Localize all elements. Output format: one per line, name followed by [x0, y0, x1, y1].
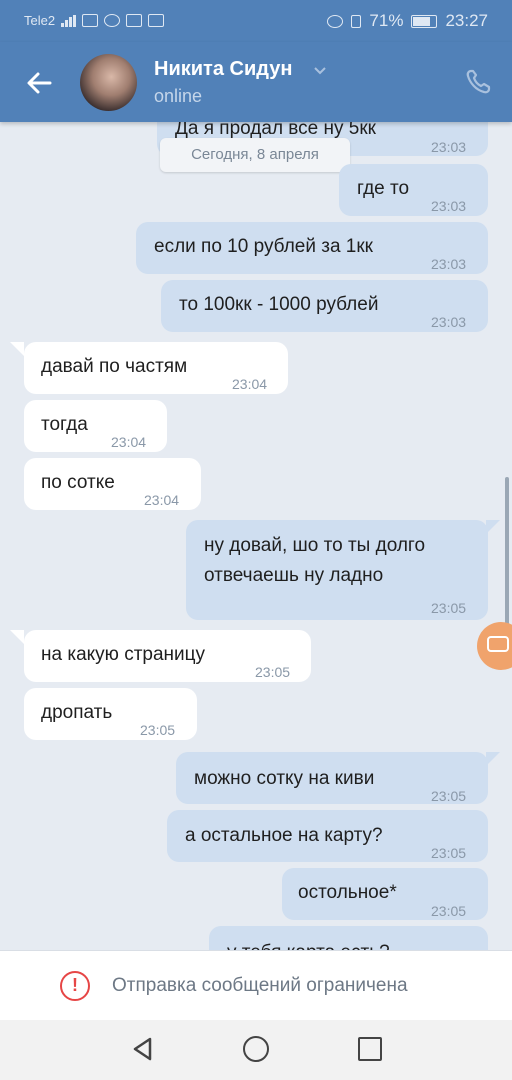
- message-time: 23:05: [255, 664, 291, 680]
- message-text: по сотке: [41, 472, 115, 493]
- avatar[interactable]: [80, 54, 137, 111]
- message-text: у тебя карта есть?: [227, 938, 390, 950]
- message-text: а остальное на карту?: [185, 825, 383, 846]
- message-text: если по 10 рублей за 1кк: [154, 236, 373, 257]
- message-incoming[interactable]: дропать 23:05: [24, 688, 197, 740]
- message-text: давай по частям: [41, 356, 188, 377]
- phone-icon[interactable]: [464, 68, 492, 96]
- nfc-icon: [126, 14, 143, 27]
- message-time: 23:03: [431, 256, 467, 272]
- message-outgoing[interactable]: можно сотку на киви 23:05: [176, 752, 488, 804]
- message-incoming[interactable]: давай по частям 23:04: [24, 342, 288, 394]
- message-text: можно сотку на киви: [194, 768, 375, 789]
- date-separator: Сегодня, 8 апреля: [160, 138, 350, 172]
- message-time: 23:03: [431, 314, 467, 330]
- message-text-line-1: ну довай, шо то ты долго: [204, 535, 426, 556]
- status-time: 23:27: [445, 11, 488, 30]
- message-time: 23:04: [232, 376, 268, 392]
- message-outgoing[interactable]: где то 23:03: [339, 164, 488, 216]
- message-incoming[interactable]: на какую страницу 23:05: [24, 630, 311, 682]
- bubble-tail: [10, 342, 24, 356]
- nav-back-icon[interactable]: [130, 1036, 156, 1062]
- restriction-text: Отправка сообщений ограничена: [112, 975, 408, 996]
- message-incoming[interactable]: по сотке 23:04: [24, 458, 201, 510]
- wifi-icon: [82, 14, 99, 27]
- video-status-icon: [148, 14, 165, 27]
- bubble-tail: [486, 520, 500, 534]
- status-right: 71% 23:27: [327, 11, 488, 31]
- message-text: дропать: [41, 702, 113, 723]
- message-outgoing[interactable]: остольное* 23:05: [282, 868, 488, 920]
- status-bar: Tele2 71% 23:27: [0, 0, 512, 42]
- message-outgoing[interactable]: ну довай, шо то ты долго отвечаешь ну ла…: [186, 520, 488, 620]
- battery-percent: 71%: [369, 11, 404, 30]
- nav-recents-icon[interactable]: [358, 1037, 382, 1061]
- message-outgoing[interactable]: у тебя карта есть?: [209, 926, 488, 950]
- message-time: 23:05: [431, 600, 467, 616]
- message-outgoing[interactable]: а остальное на карту? 23:05: [167, 810, 488, 862]
- message-incoming[interactable]: тогда 23:04: [24, 400, 167, 452]
- message-text: то 100кк - 1000 рублей: [179, 294, 379, 315]
- message-text: остольное*: [298, 882, 397, 903]
- vibrate-icon: [351, 14, 362, 28]
- chat-header: Никита Сидун online: [0, 42, 512, 122]
- message-text-line-2: отвечаешь ну ладно: [204, 565, 384, 586]
- message-text: на какую страницу: [41, 644, 206, 665]
- chevron-down-icon[interactable]: [312, 62, 328, 78]
- message-list[interactable]: Да я продал все ну 5кк 23:03 Сегодня, 8 …: [0, 122, 512, 950]
- message-time: 23:04: [144, 492, 180, 508]
- bubble-tail: [486, 752, 500, 766]
- message-outgoing[interactable]: то 100кк - 1000 рублей 23:03: [161, 280, 488, 332]
- message-time: 23:03: [431, 198, 467, 214]
- message-time: 23:03: [431, 139, 467, 155]
- status-left: Tele2: [24, 13, 165, 28]
- arrow-left-icon[interactable]: [24, 68, 54, 98]
- alarm-icon: [327, 14, 344, 28]
- contact-status: online: [154, 86, 203, 106]
- message-outgoing[interactable]: если по 10 рублей за 1кк 23:03: [136, 222, 488, 274]
- restriction-bar: ! Отправка сообщений ограничена: [0, 950, 512, 1020]
- bubble-tail: [10, 630, 24, 644]
- message-text: тогда: [41, 414, 88, 435]
- nav-home-icon[interactable]: [243, 1036, 269, 1062]
- message-time: 23:05: [431, 788, 467, 804]
- message-time: 23:05: [431, 903, 467, 919]
- message-time: 23:04: [111, 434, 147, 450]
- video-camera-icon: [487, 636, 509, 652]
- battery-icon: [411, 14, 438, 28]
- signal-icon: [61, 14, 77, 27]
- message-text: где то: [357, 178, 410, 199]
- scrollbar-thumb[interactable]: [505, 477, 509, 627]
- system-navigation-bar: [0, 1020, 512, 1080]
- eye-icon: [104, 14, 121, 27]
- message-time: 23:05: [140, 722, 176, 738]
- exclamation-circle-icon: !: [60, 971, 90, 1001]
- message-time: 23:05: [431, 845, 467, 861]
- carrier-label: Tele2: [24, 13, 56, 28]
- contact-name[interactable]: Никита Сидун: [154, 58, 292, 81]
